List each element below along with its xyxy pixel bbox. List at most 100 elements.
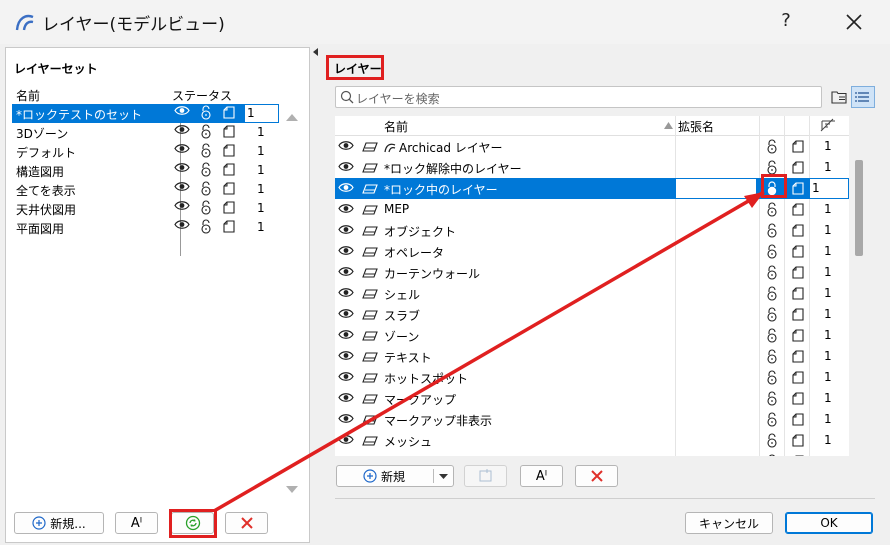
- intersection-group-field[interactable]: 1: [809, 178, 849, 199]
- lock-open-icon[interactable]: [199, 219, 213, 237]
- wireframe-icon[interactable]: [791, 307, 805, 324]
- intersection-group-number[interactable]: 1: [824, 202, 832, 216]
- column-status[interactable]: ステータス: [172, 87, 232, 104]
- layer-row[interactable]: Archicad レイヤー 1: [335, 136, 849, 157]
- wireframe-icon[interactable]: [791, 265, 805, 282]
- wireframe-icon[interactable]: [791, 244, 805, 261]
- ok-button[interactable]: OK: [785, 512, 873, 534]
- lock-open-icon[interactable]: [765, 349, 779, 367]
- intersection-group-number[interactable]: 1: [824, 328, 832, 342]
- intersection-group-number[interactable]: 1: [824, 139, 832, 153]
- lock-open-icon[interactable]: [765, 454, 779, 456]
- intersection-group-number[interactable]: 1: [824, 244, 832, 258]
- wireframe-icon[interactable]: [791, 328, 805, 345]
- wireframe-icon[interactable]: [791, 412, 805, 429]
- eye-icon[interactable]: [338, 203, 354, 217]
- wireframe-icon[interactable]: [791, 223, 805, 240]
- column-name[interactable]: 名前: [384, 118, 408, 135]
- cancel-button[interactable]: キャンセル: [685, 512, 773, 534]
- scroll-down-arrow[interactable]: [285, 485, 299, 495]
- layer-set-row[interactable]: *ロックテストのセット 1: [12, 104, 279, 123]
- folder-view-icon[interactable]: [830, 88, 848, 106]
- layer-row[interactable]: MEP 1: [335, 199, 849, 220]
- eye-icon[interactable]: [338, 350, 354, 364]
- layer-set-row[interactable]: 天井伏図用 1: [12, 199, 279, 218]
- lock-open-icon[interactable]: [765, 223, 779, 241]
- layer-set-row[interactable]: デフォルト 1: [12, 142, 279, 161]
- layer-set-row[interactable]: 構造図用 1: [12, 161, 279, 180]
- lock-open-icon[interactable]: [199, 162, 213, 180]
- eye-icon[interactable]: [338, 392, 354, 406]
- layers-scrollbar[interactable]: [855, 160, 863, 256]
- pen-set-number[interactable]: 1: [257, 144, 265, 158]
- lock-open-icon[interactable]: [765, 265, 779, 283]
- layer-set-row[interactable]: 平面図用 1: [12, 218, 279, 237]
- pen-set-number[interactable]: 1: [257, 182, 265, 196]
- eye-icon[interactable]: [338, 245, 354, 259]
- wireframe-icon[interactable]: [791, 370, 805, 387]
- help-button[interactable]: ?: [776, 10, 796, 31]
- pen-set-number[interactable]: 1: [257, 163, 265, 177]
- lock-open-icon[interactable]: [765, 244, 779, 262]
- eye-icon[interactable]: [174, 200, 190, 218]
- wireframe-icon[interactable]: [222, 162, 236, 180]
- close-icon[interactable]: [842, 10, 866, 34]
- wireframe-icon[interactable]: [791, 139, 805, 156]
- layer-row[interactable]: マークアップ非表示 1: [335, 409, 849, 430]
- eye-icon[interactable]: [338, 266, 354, 280]
- lock-open-icon[interactable]: [199, 181, 213, 199]
- eye-icon[interactable]: [174, 181, 190, 199]
- panel-collapse-arrow[interactable]: [313, 48, 319, 56]
- layer-row[interactable]: モルフ 1: [335, 451, 849, 456]
- pen-set-number[interactable]: 1: [257, 220, 265, 234]
- wireframe-icon[interactable]: [222, 219, 236, 237]
- wireframe-icon[interactable]: [791, 433, 805, 450]
- intersection-group-number[interactable]: 1: [824, 433, 832, 447]
- lock-open-icon[interactable]: [765, 139, 779, 157]
- wireframe-icon[interactable]: [791, 454, 805, 456]
- wireframe-icon[interactable]: [222, 124, 236, 142]
- layer-row[interactable]: ホットスポット 1: [335, 367, 849, 388]
- lock-open-icon[interactable]: [765, 307, 779, 325]
- delete-layer-button[interactable]: [575, 465, 618, 487]
- eye-icon[interactable]: [174, 162, 190, 180]
- eye-icon[interactable]: [174, 105, 190, 123]
- lock-open-icon[interactable]: [765, 433, 779, 451]
- eye-icon[interactable]: [174, 143, 190, 161]
- layer-row[interactable]: テキスト 1: [335, 346, 849, 367]
- lock-open-icon[interactable]: [765, 412, 779, 430]
- column-extension[interactable]: 拡張名: [678, 118, 714, 135]
- intersection-group-number[interactable]: 1: [824, 349, 832, 363]
- layer-set-row[interactable]: 3Dゾーン 1: [12, 123, 279, 142]
- intersection-group-number[interactable]: 1: [824, 223, 832, 237]
- eye-icon[interactable]: [338, 161, 354, 175]
- lock-open-icon[interactable]: [765, 370, 779, 388]
- intersection-group-number[interactable]: 1: [824, 286, 832, 300]
- layer-row[interactable]: ゾーン 1: [335, 325, 849, 346]
- eye-icon[interactable]: [174, 124, 190, 142]
- lock-open-icon[interactable]: [765, 328, 779, 346]
- chevron-down-icon[interactable]: [439, 474, 448, 480]
- lock-open-icon[interactable]: [199, 200, 213, 218]
- intersection-group-number[interactable]: 1: [824, 307, 832, 321]
- eye-icon[interactable]: [174, 219, 190, 237]
- scroll-up-arrow[interactable]: [285, 112, 299, 122]
- layer-row[interactable]: メッシュ 1: [335, 430, 849, 451]
- pen-set-number[interactable]: 1: [257, 125, 265, 139]
- wireframe-icon[interactable]: [791, 181, 805, 198]
- lock-open-icon[interactable]: [765, 202, 779, 220]
- new-layer-set-button[interactable]: 新規...: [14, 512, 104, 534]
- rename-layer-set-button[interactable]: Aᴵ: [115, 512, 158, 534]
- rename-layer-button[interactable]: Aᴵ: [520, 465, 563, 487]
- layer-row[interactable]: カーテンウォール 1: [335, 262, 849, 283]
- merge-layer-button[interactable]: [464, 465, 507, 487]
- extension-field[interactable]: [676, 179, 756, 198]
- layer-row[interactable]: マークアップ 1: [335, 388, 849, 409]
- layer-row[interactable]: オペレータ 1: [335, 241, 849, 262]
- lock-open-icon[interactable]: [765, 286, 779, 304]
- wireframe-icon[interactable]: [791, 286, 805, 303]
- column-name[interactable]: 名前: [16, 87, 40, 104]
- eye-icon[interactable]: [338, 140, 354, 154]
- intersection-group-number[interactable]: 1: [824, 454, 832, 456]
- wireframe-icon[interactable]: [222, 143, 236, 161]
